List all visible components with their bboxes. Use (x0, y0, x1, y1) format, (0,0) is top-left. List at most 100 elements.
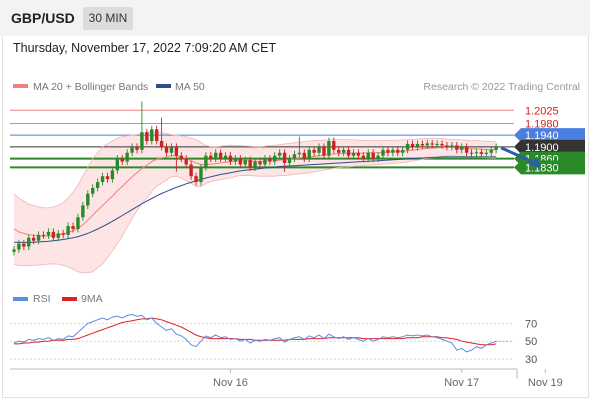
candle-body (341, 149, 346, 153)
chart-svg: MA 20 + Bollinger Bands MA 50 Research ©… (10, 81, 585, 389)
candle-body (420, 143, 425, 146)
candle-body (268, 158, 272, 162)
candle-body (115, 158, 120, 171)
candle-body (464, 146, 469, 153)
candle-body (81, 205, 85, 218)
x-tick-label: Nov 17 (444, 377, 479, 389)
candle-body (430, 143, 434, 145)
candle-body (17, 243, 21, 250)
candle-body (258, 161, 262, 165)
candle-body (317, 146, 321, 153)
candle-body (199, 167, 203, 183)
candle-body (56, 233, 60, 238)
candle-body (248, 160, 252, 168)
candle-body (218, 152, 223, 159)
candle-body (327, 141, 331, 156)
candle-body (66, 226, 70, 235)
candle-body (297, 152, 302, 155)
candle-body (494, 146, 498, 150)
x-tick-label: Nov 19 (528, 377, 563, 389)
candle-body (169, 146, 174, 153)
candle-body (61, 233, 65, 235)
candle-body (425, 143, 429, 146)
candle-body (184, 158, 188, 165)
rsi-plot: 70 50 30 (10, 313, 537, 366)
candle-body (332, 141, 336, 150)
rsi-line (13, 313, 497, 353)
candle-body (223, 155, 228, 159)
candle-body (41, 234, 46, 236)
candle-body (445, 145, 449, 147)
candle-body (440, 143, 444, 146)
candle-body (292, 154, 297, 159)
candle-body (159, 141, 164, 147)
watermark-text: Research © 2022 Trading Central (423, 81, 580, 93)
candle-body (36, 234, 41, 241)
ma50-legend-label: MA 50 (175, 81, 205, 93)
x-axis: Nov 16 Nov 17 Nov 19 (10, 368, 563, 389)
candle-body (371, 152, 375, 159)
candle-body (76, 217, 80, 229)
candle-body (460, 146, 464, 150)
candle-body (110, 170, 115, 180)
candle-body (189, 164, 193, 177)
candle-body (273, 155, 277, 162)
candle-body (233, 158, 238, 162)
candle-body (228, 155, 233, 162)
candle-body (174, 146, 179, 156)
candle-body (381, 149, 385, 156)
candle-body (469, 152, 474, 154)
candle-body (27, 237, 31, 247)
price-legend: MA 20 + Bollinger Bands MA 50 Research ©… (13, 81, 580, 93)
rsi-legend: RSI 9MA (13, 293, 103, 305)
candle-body (415, 143, 420, 147)
rsi-legend-swatch (13, 297, 28, 301)
candle-body (302, 152, 306, 159)
rsi-tick-70: 70 (525, 318, 537, 330)
candle-body (145, 132, 149, 142)
candle-body (474, 152, 479, 154)
candle-body (209, 155, 213, 159)
candle-body (337, 149, 341, 153)
candle-body (450, 145, 454, 147)
candle-body (322, 146, 326, 156)
candle-body (484, 152, 489, 154)
candle-body (307, 149, 311, 159)
candle-body (214, 152, 218, 159)
candle-body (164, 146, 169, 153)
candle-body (238, 158, 243, 165)
rsi-ma-legend-label: 9MA (81, 293, 103, 305)
candle-body (263, 158, 267, 165)
candle-body (277, 152, 282, 156)
rsi-legend-label: RSI (33, 293, 51, 305)
ma50-legend-swatch (156, 84, 171, 88)
x-tick-label: Nov 16 (213, 377, 248, 389)
candle-body (455, 145, 459, 150)
candle-body (150, 129, 154, 142)
candle-body (405, 143, 410, 150)
price-plot: 1.20251.19801.19401.19001.18601.1830 (10, 101, 585, 274)
candle-body (22, 243, 26, 247)
candle-body (91, 187, 95, 194)
rsi-ma-legend-swatch (62, 297, 77, 301)
candle-body (120, 158, 124, 162)
candle-body (396, 149, 400, 153)
candle-body (154, 129, 159, 142)
candle-body (391, 149, 395, 153)
candle-body (100, 176, 105, 183)
candle-body (95, 182, 100, 188)
rsi-tick-50: 50 (525, 336, 537, 348)
candle-body (410, 143, 415, 147)
candle-body (386, 149, 390, 153)
ma20-legend-swatch (13, 84, 28, 88)
candle-body (489, 149, 493, 153)
candle-body (346, 149, 351, 156)
candle-body (135, 146, 139, 150)
candle-body (253, 161, 257, 168)
level-label-1.2025: 1.2025 (525, 105, 559, 117)
candle-body (312, 149, 316, 153)
candle-body (125, 152, 129, 162)
candle-body (400, 149, 405, 153)
candle-body (287, 158, 292, 164)
candle-body (86, 193, 90, 206)
